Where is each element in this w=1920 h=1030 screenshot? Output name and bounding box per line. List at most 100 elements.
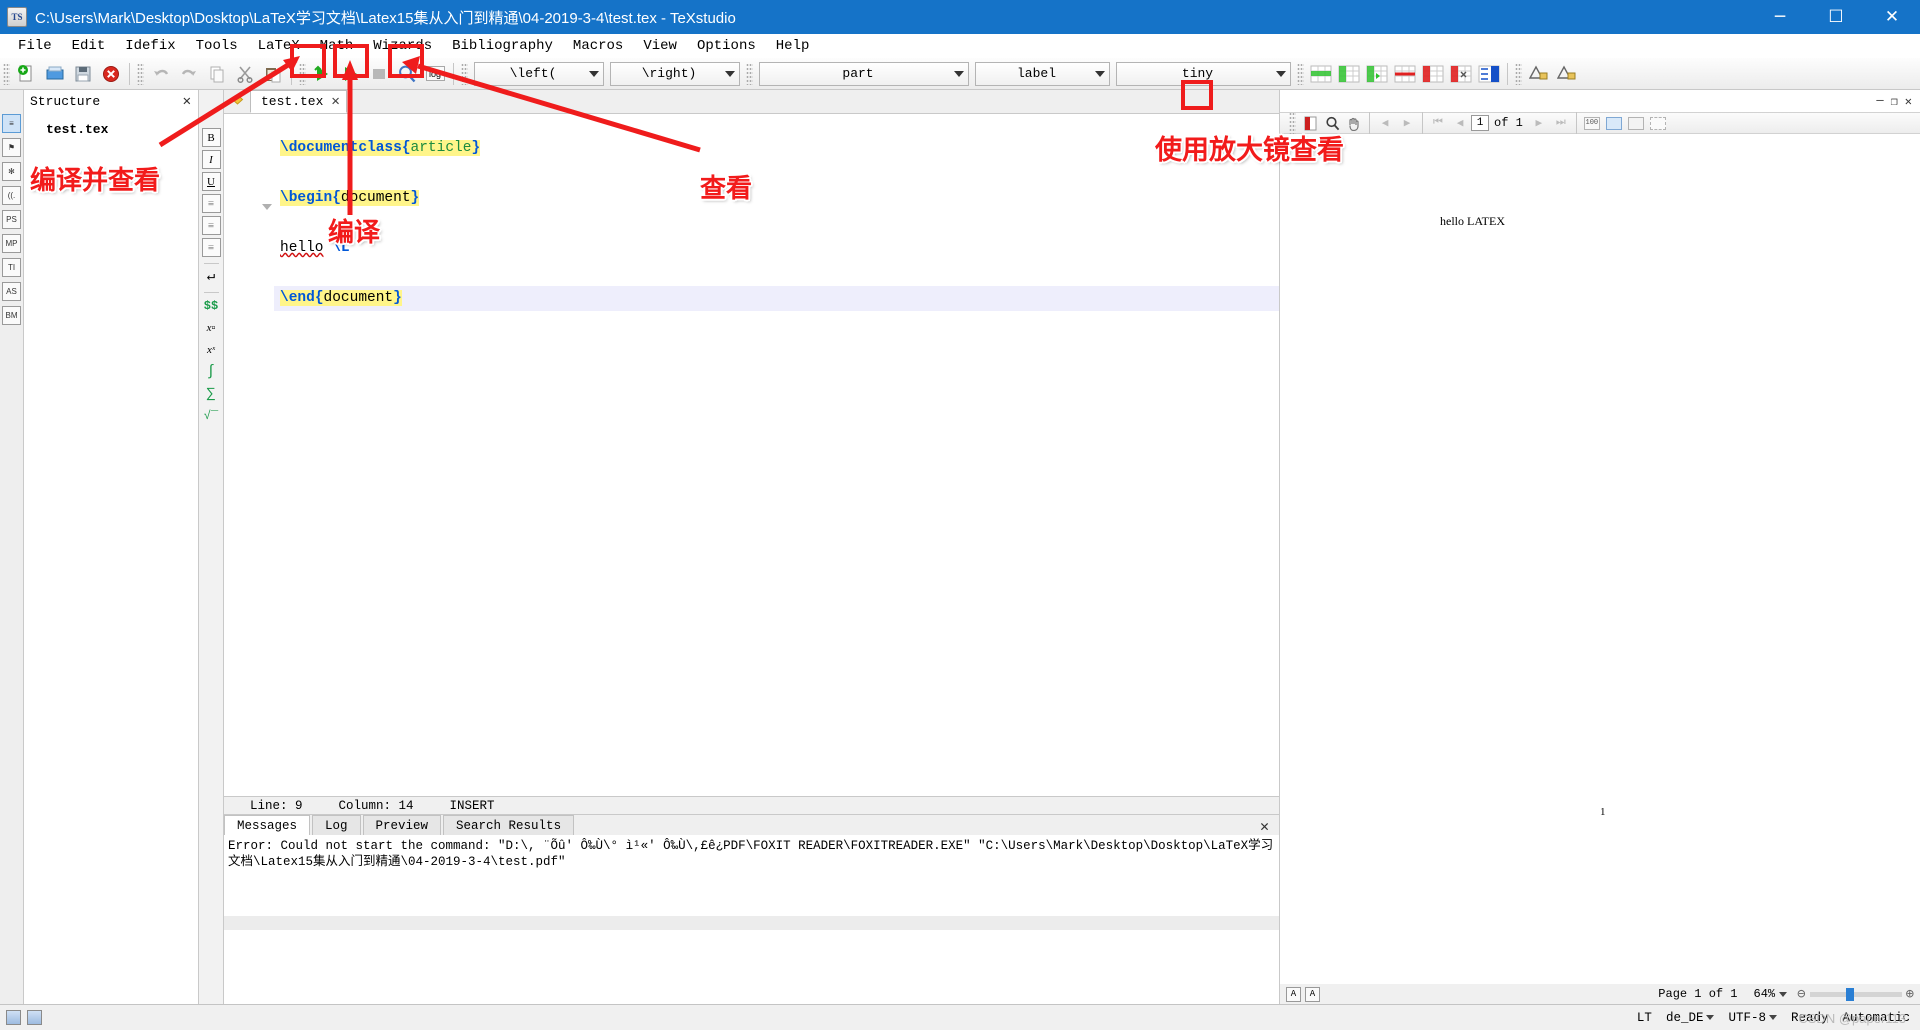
pdf-magnifier-icon[interactable] bbox=[1322, 114, 1342, 133]
tab-messages[interactable]: Messages bbox=[224, 815, 311, 835]
menu-help[interactable]: Help bbox=[766, 36, 820, 56]
toolbar-grip-7[interactable] bbox=[1515, 62, 1522, 85]
status-auto-mode[interactable]: Automatic bbox=[1842, 1011, 1910, 1025]
pdf-back-icon[interactable]: ◀ bbox=[1375, 114, 1395, 133]
bold-icon[interactable]: B bbox=[201, 128, 221, 147]
menu-tools[interactable]: Tools bbox=[186, 36, 248, 56]
pdf-next-page-icon[interactable]: ▶ bbox=[1529, 114, 1549, 133]
asymptote-tab[interactable]: AS bbox=[2, 282, 21, 301]
align-center-icon[interactable]: ≡ bbox=[201, 216, 221, 235]
bookmarks-tab[interactable]: ⚑ bbox=[2, 138, 21, 157]
delete-cell-icon[interactable] bbox=[1448, 61, 1474, 87]
label-combo[interactable]: label bbox=[975, 61, 1110, 86]
bibliography-tab[interactable]: BM bbox=[2, 306, 21, 325]
stop-compile-icon[interactable] bbox=[366, 61, 392, 87]
toolbar-grip-5[interactable] bbox=[746, 62, 753, 85]
pdf-toolbar-grip[interactable] bbox=[1289, 112, 1296, 134]
view-log-icon[interactable]: log bbox=[422, 61, 448, 87]
pdf-minimize-icon[interactable]: ─ bbox=[1874, 94, 1885, 108]
code-editor[interactable]: \documentclass{article} \begin{document}… bbox=[224, 114, 1279, 796]
menu-options[interactable]: Options bbox=[687, 36, 766, 56]
toggle-structure-icon[interactable] bbox=[6, 1010, 21, 1025]
paste-icon[interactable] bbox=[260, 61, 286, 87]
subscript-icon[interactable]: x▫ bbox=[202, 318, 221, 337]
menu-bibliography[interactable]: Bibliography bbox=[442, 36, 563, 56]
pdf-prev-page-icon[interactable]: ◀ bbox=[1450, 114, 1470, 133]
tab-preview[interactable]: Preview bbox=[362, 815, 442, 835]
metapost-tab[interactable]: MP bbox=[2, 234, 21, 253]
pin-icon[interactable] bbox=[224, 89, 250, 113]
menu-macros[interactable]: Macros bbox=[563, 36, 633, 56]
pdf-zoom-in-icon[interactable]: ⊕ bbox=[1906, 986, 1914, 1003]
undo-icon[interactable] bbox=[148, 61, 174, 87]
add-row-icon[interactable] bbox=[1308, 61, 1334, 87]
newline-icon[interactable]: ↵ bbox=[202, 267, 221, 286]
menu-file[interactable]: File bbox=[8, 36, 62, 56]
warning-icon-1[interactable] bbox=[1526, 61, 1552, 87]
close-icon[interactable]: ✕ bbox=[180, 93, 194, 110]
open-document-icon[interactable] bbox=[42, 61, 68, 87]
pdf-sync-icon-1[interactable]: A bbox=[1286, 986, 1301, 1002]
tab-search-results[interactable]: Search Results bbox=[443, 815, 575, 835]
pdf-fit-page-icon[interactable] bbox=[1626, 114, 1646, 133]
compile-icon[interactable] bbox=[338, 61, 364, 87]
menu-idefix[interactable]: Idefix bbox=[115, 36, 185, 56]
toolbar-grip-2[interactable] bbox=[137, 62, 144, 85]
fontsize-combo[interactable]: tiny bbox=[1116, 61, 1291, 86]
remove-column-icon[interactable] bbox=[1420, 61, 1446, 87]
pdf-zoom-slider[interactable] bbox=[1809, 987, 1902, 1001]
menu-edit[interactable]: Edit bbox=[62, 36, 116, 56]
pdf-forward-icon[interactable]: ▶ bbox=[1397, 114, 1417, 133]
brackets-tab[interactable]: ((. bbox=[2, 186, 21, 205]
structure-root-item[interactable]: test.tex bbox=[46, 122, 198, 137]
editor-tab-test-tex[interactable]: test.tex ✕ bbox=[250, 90, 347, 113]
maximize-button[interactable]: ☐ bbox=[1808, 0, 1864, 34]
editor-gutter[interactable] bbox=[224, 114, 274, 796]
toggle-messages-icon[interactable] bbox=[27, 1010, 42, 1025]
add-column-icon[interactable] bbox=[1336, 61, 1362, 87]
status-languagetool[interactable]: LT bbox=[1637, 1011, 1652, 1025]
pdf-fit-text-icon[interactable] bbox=[1648, 114, 1668, 133]
tikz-tab[interactable]: TI bbox=[2, 258, 21, 277]
minimize-button[interactable]: ─ bbox=[1752, 0, 1808, 34]
menu-latex[interactable]: LaTeX bbox=[248, 36, 310, 56]
menu-view[interactable]: View bbox=[633, 36, 687, 56]
redo-icon[interactable] bbox=[176, 61, 202, 87]
cut-icon[interactable] bbox=[232, 61, 258, 87]
pdf-first-page-icon[interactable]: ⏮ bbox=[1428, 114, 1448, 133]
italic-icon[interactable]: I bbox=[201, 150, 221, 169]
underline-icon[interactable]: U bbox=[201, 172, 221, 191]
pdf-page-input[interactable]: 1 bbox=[1471, 115, 1489, 131]
close-document-icon[interactable] bbox=[98, 61, 124, 87]
editor-text[interactable]: \documentclass{article} \begin{document}… bbox=[274, 114, 1279, 796]
toolbar-grip[interactable] bbox=[3, 62, 10, 85]
menu-math[interactable]: Math bbox=[310, 36, 364, 56]
warning-icon-2[interactable] bbox=[1554, 61, 1580, 87]
pdf-close-icon[interactable]: ✕ bbox=[1903, 94, 1914, 109]
align-left-icon[interactable]: ≡ bbox=[201, 194, 221, 213]
section-combo[interactable]: part bbox=[759, 61, 969, 86]
pdf-file-icon[interactable] bbox=[1300, 114, 1320, 133]
align-columns-icon[interactable] bbox=[1476, 61, 1502, 87]
status-encoding[interactable]: UTF-8 bbox=[1728, 1011, 1777, 1025]
remove-row-icon[interactable] bbox=[1392, 61, 1418, 87]
sum-icon[interactable]: ∑ bbox=[202, 384, 221, 403]
right-delimiter-combo[interactable]: \right) bbox=[610, 61, 740, 86]
left-delimiter-combo[interactable]: \left( bbox=[474, 61, 604, 86]
view-pdf-icon[interactable] bbox=[394, 61, 420, 87]
save-document-icon[interactable] bbox=[70, 61, 96, 87]
pdf-sync-icon-2[interactable]: A bbox=[1305, 986, 1320, 1002]
superscript-icon[interactable]: xˣ bbox=[202, 340, 221, 359]
chevron-down-icon[interactable] bbox=[1779, 991, 1788, 997]
align-right-icon[interactable]: ≡ bbox=[201, 238, 221, 257]
toolbar-grip-3[interactable] bbox=[299, 62, 306, 85]
pdf-hand-tool-icon[interactable] bbox=[1344, 114, 1364, 133]
toolbar-grip-4[interactable] bbox=[461, 62, 468, 85]
inline-math-icon[interactable]: $$ bbox=[202, 296, 221, 315]
pdf-float-icon[interactable]: ❐ bbox=[1889, 94, 1900, 109]
pdf-zoom-out-icon[interactable]: ⊖ bbox=[1797, 986, 1805, 1003]
copy-icon[interactable] bbox=[204, 61, 230, 87]
pdf-last-page-icon[interactable]: ⏭ bbox=[1551, 114, 1571, 133]
sqrt-icon[interactable]: √‾ bbox=[202, 406, 221, 425]
pdf-zoom-100-icon[interactable]: 100 bbox=[1582, 114, 1602, 133]
